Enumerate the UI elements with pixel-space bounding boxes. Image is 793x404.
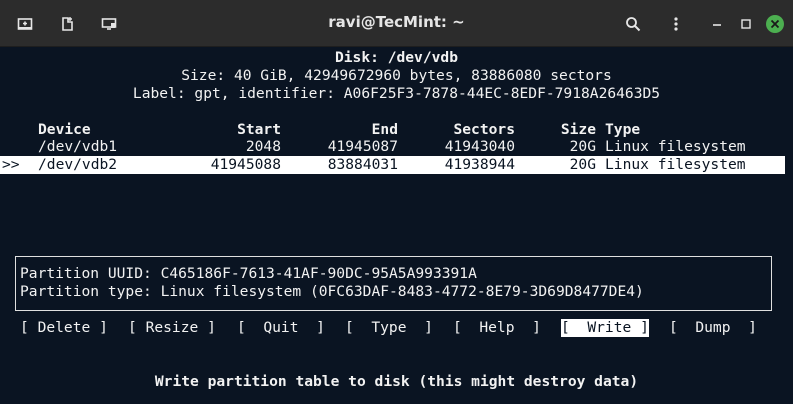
row-start: 41945088 [210, 156, 281, 173]
row-end: 83884031 [327, 156, 398, 173]
dump-button[interactable]: [ Dump ] [669, 319, 757, 337]
col-device: Device [38, 121, 91, 138]
resize-button[interactable]: [ Resize ] [128, 319, 216, 337]
status-message: Write partition table to disk (this migh… [154, 373, 639, 390]
table-row-selected[interactable]: >> /dev/vdb2 41945088 83884031 41938944 … [0, 156, 785, 174]
row-device: /dev/vdb1 [38, 138, 118, 155]
maximize-icon [741, 19, 751, 29]
row-type: Linux filesystem [605, 156, 746, 173]
col-size: Size [560, 121, 596, 138]
selection-marker: >> [2, 156, 20, 173]
row-type: Linux filesystem [605, 138, 746, 155]
row-sectors: 41938944 [444, 156, 515, 173]
search-icon [626, 17, 641, 32]
partition-uuid: Partition UUID: C465186F-7613-41AF-90DC-… [20, 265, 477, 282]
disk-size: Size: 40 GiB, 42949672960 bytes, 8388608… [181, 67, 612, 84]
minimize-icon [713, 24, 721, 26]
disk-header: Disk: /dev/vdb [334, 49, 458, 66]
row-start: 2048 [245, 138, 281, 155]
write-button[interactable]: [ Write ] [561, 319, 649, 337]
delete-button[interactable]: [ Delete ] [20, 319, 108, 337]
disk-label: Label: gpt, identifier: A06F25F3-7878-44… [132, 85, 661, 102]
type-button[interactable]: [ Type ] [345, 319, 433, 337]
row-device: /dev/vdb2 [38, 156, 118, 173]
row-end: 41945087 [327, 138, 398, 155]
row-size: 20G [569, 156, 596, 173]
col-sectors: Sectors [453, 121, 515, 138]
title-bar: ravi@TecMint: ~ [0, 0, 793, 47]
menu-button[interactable] [662, 10, 690, 38]
maximize-button[interactable] [732, 10, 760, 38]
search-button[interactable] [619, 10, 647, 38]
col-type: Type [605, 121, 641, 138]
partition-type: Partition type: Linux filesystem (0FC63D… [20, 283, 644, 300]
close-button[interactable] [761, 10, 789, 38]
close-icon [766, 15, 784, 33]
quit-button[interactable]: [ Quit ] [237, 319, 325, 337]
col-start: Start [237, 121, 281, 138]
minimize-button[interactable] [703, 10, 731, 38]
help-button[interactable]: [ Help ] [453, 319, 541, 337]
partition-info-box: Partition UUID: C465186F-7613-41AF-90DC-… [15, 256, 772, 311]
col-end: End [371, 121, 398, 138]
row-sectors: 41943040 [444, 138, 515, 155]
terminal-area[interactable]: Disk: /dev/vdb Size: 40 GiB, 42949672960… [0, 47, 793, 404]
row-size: 20G [569, 138, 596, 155]
kebab-menu-icon [674, 17, 678, 31]
